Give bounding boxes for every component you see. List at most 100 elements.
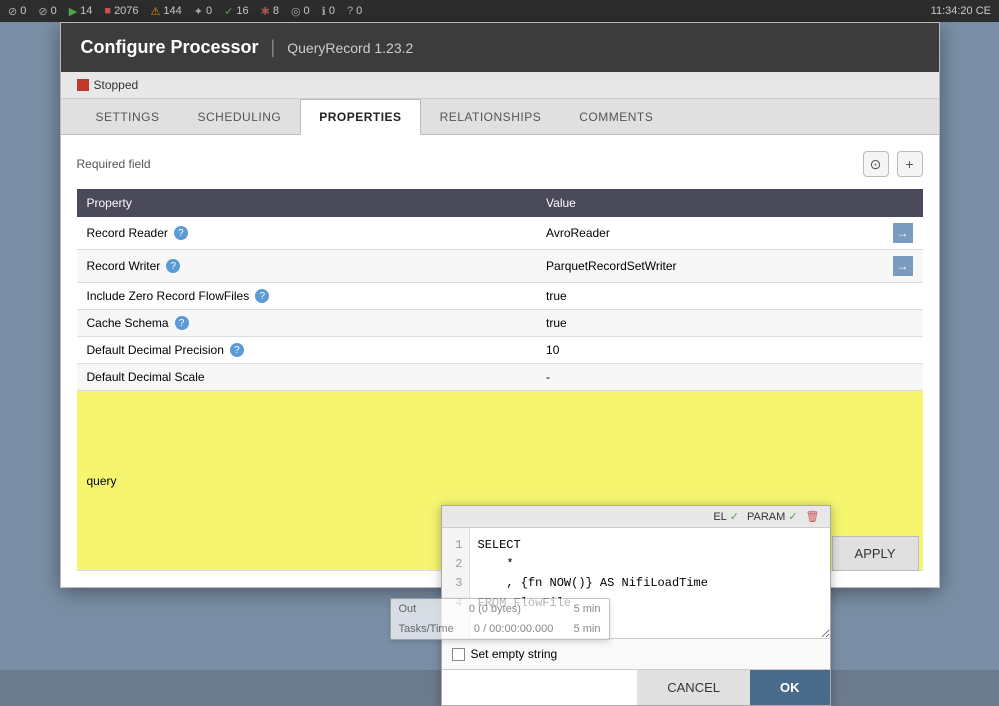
status-label: Stopped [94, 78, 139, 92]
asterisk-count: ✱ 8 [261, 5, 279, 18]
modal-separator: | [271, 37, 276, 58]
set-empty-string-label: Set empty string [471, 647, 558, 661]
prop-value-cell[interactable]: true [536, 283, 922, 310]
modal-subtitle: QueryRecord 1.23.2 [287, 40, 413, 56]
question-count: ? 0 [347, 5, 362, 17]
table-row: Default Decimal Scale - [77, 364, 923, 391]
modal-title: Configure Processor [81, 37, 259, 58]
prop-name-cell: Default Decimal Scale [77, 364, 537, 391]
ok-button[interactable]: OK [750, 670, 830, 705]
configure-processor-modal: Configure Processor | QueryRecord 1.23.2… [60, 22, 940, 588]
table-row: Cache Schema ? true [77, 310, 923, 337]
param-label: PARAM [747, 511, 785, 523]
stopped-count: ⊘ 0 [8, 5, 26, 18]
el-button[interactable]: EL ✓ [713, 510, 739, 523]
info-count: ℹ 0 [322, 5, 335, 18]
tab-settings[interactable]: SETTINGS [77, 99, 179, 135]
prop-value-cell[interactable]: ParquetRecordSetWriter → [536, 250, 922, 283]
row1-arrow-btn[interactable]: → [893, 223, 913, 243]
prop-name-cell: Default Decimal Precision ? [77, 337, 537, 364]
running-count: ▶ 14 [69, 5, 93, 18]
required-field-row: Required field ⊙ + [77, 151, 923, 177]
required-field-actions: ⊙ + [863, 151, 923, 177]
property-col-header: Property [77, 189, 537, 217]
row2-value: ParquetRecordSetWriter [546, 259, 677, 273]
editor-footer: Set empty string [442, 638, 830, 669]
canvas-node: Out 0 (0 bytes) 5 min Tasks/Time 0 / 00:… [390, 598, 610, 640]
disabled-count: ✦ 0 [194, 5, 212, 18]
prop-value-cell[interactable]: true [536, 310, 922, 337]
tab-scheduling[interactable]: SCHEDULING [179, 99, 301, 135]
line-num-3: 3 [448, 574, 463, 593]
top-bar: ⊘ 0 ⊘ 0 ▶ 14 ■ 2076 ⚠ 144 ✦ 0 ✓ 16 ✱ 8 ◎… [0, 0, 999, 22]
prop-value-cell[interactable]: - [536, 364, 922, 391]
canvas-node-body2: Tasks/Time 0 / 00:00:00.000 5 min [391, 619, 609, 639]
prop-value-cell[interactable]: AvroReader → [536, 217, 922, 250]
el-check-icon: ✓ [730, 510, 739, 523]
warning-count: ⚠ 144 [151, 5, 182, 18]
param-check-icon: ✓ [788, 510, 797, 523]
table-row: Default Decimal Precision ? 10 [77, 337, 923, 364]
canvas-node-body: Out 0 (0 bytes) 5 min [391, 599, 609, 619]
circle-count: ◎ 0 [291, 5, 310, 18]
time1-value: 5 min [574, 603, 601, 615]
row1-name: Record Reader [87, 226, 168, 240]
row7-name: query [87, 474, 117, 488]
row5-help-icon[interactable]: ? [230, 343, 244, 357]
info-circle-button[interactable]: ⊙ [863, 151, 889, 177]
prop-name-cell: Record Writer ? [77, 250, 537, 283]
modal-header: Configure Processor | QueryRecord 1.23.2 [61, 23, 939, 72]
row6-value: - [546, 370, 550, 384]
top-bar-icons: ⊘ 0 ⊘ 0 ▶ 14 ■ 2076 ⚠ 144 ✦ 0 ✓ 16 ✱ 8 ◎… [8, 5, 362, 18]
row2-name: Record Writer [87, 259, 161, 273]
line-num-1: 1 [448, 536, 463, 555]
row2-arrow-btn[interactable]: → [893, 256, 913, 276]
apply-button[interactable]: APPLY [832, 536, 919, 571]
row1-value: AvroReader [546, 226, 610, 240]
cancel-button[interactable]: CANCEL [637, 670, 750, 705]
row1-help-icon[interactable]: ? [174, 226, 188, 240]
table-row: Record Writer ? ParquetRecordSetWriter → [77, 250, 923, 283]
tasks-label: Tasks/Time [399, 623, 454, 635]
invalid-count: ⊘ 0 [38, 5, 56, 18]
row3-name: Include Zero Record FlowFiles [87, 289, 250, 303]
tab-comments[interactable]: COMMENTS [560, 99, 672, 135]
row3-help-icon[interactable]: ? [255, 289, 269, 303]
delete-icon: 🗑 [806, 510, 820, 523]
row4-value: true [546, 316, 567, 330]
required-field-label: Required field [77, 157, 151, 171]
tasks-value: 0 / 00:00:00.000 [474, 623, 554, 635]
value-col-header: Value [536, 189, 922, 217]
row5-name: Default Decimal Precision [87, 343, 224, 357]
out-label: Out [399, 603, 417, 615]
modal-body: Required field ⊙ + Property Value Recor [61, 135, 939, 587]
prop-value-cell[interactable]: 10 [536, 337, 922, 364]
stopped2-count: ■ 2076 [104, 5, 138, 17]
prop-name-cell: Record Reader ? [77, 217, 537, 250]
tabs-container: SETTINGS SCHEDULING PROPERTIES RELATIONS… [61, 99, 939, 135]
editor-toolbar: EL ✓ PARAM ✓ 🗑 [442, 506, 830, 528]
time2-value: 5 min [574, 623, 601, 635]
tab-relationships[interactable]: RELATIONSHIPS [421, 99, 561, 135]
param-button[interactable]: PARAM ✓ [747, 510, 798, 523]
valid-count: ✓ 16 [224, 5, 248, 18]
delete-button[interactable]: 🗑 [806, 510, 820, 523]
el-label: EL [713, 511, 726, 523]
table-row: Record Reader ? AvroReader → [77, 217, 923, 250]
prop-name-cell: Include Zero Record FlowFiles ? [77, 283, 537, 310]
row3-value: true [546, 289, 567, 303]
tab-properties[interactable]: PROPERTIES [300, 99, 420, 135]
line-num-2: 2 [448, 555, 463, 574]
clock: 11:34:20 CE [931, 5, 991, 17]
row6-name: Default Decimal Scale [87, 370, 205, 384]
add-property-button[interactable]: + [897, 151, 923, 177]
row5-value: 10 [546, 343, 559, 357]
set-empty-string-checkbox[interactable] [452, 648, 465, 661]
bytes-value: 0 (0 bytes) [469, 603, 521, 615]
table-row: Include Zero Record FlowFiles ? true [77, 283, 923, 310]
row4-help-icon[interactable]: ? [175, 316, 189, 330]
row2-help-icon[interactable]: ? [166, 259, 180, 273]
editor-action-buttons: CANCEL OK [442, 669, 830, 705]
status-bar: Stopped [61, 72, 939, 99]
row4-name: Cache Schema [87, 316, 169, 330]
